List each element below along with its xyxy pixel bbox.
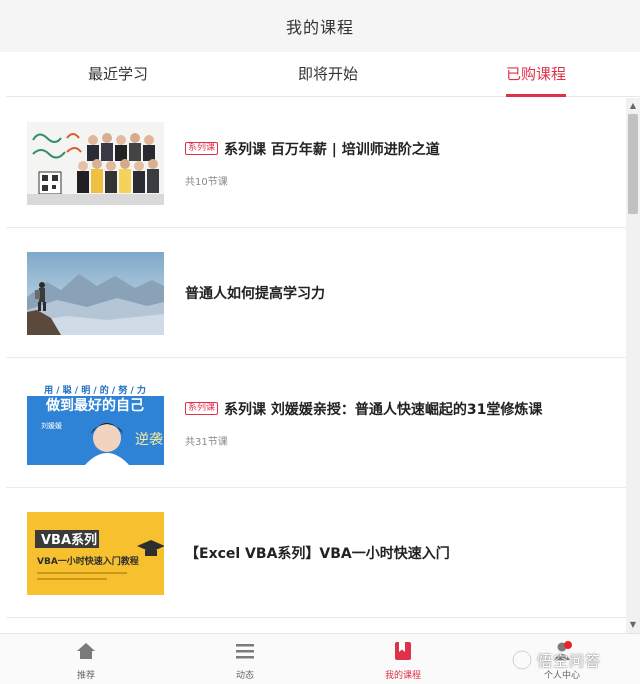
scrollbar-thumb[interactable] bbox=[628, 114, 638, 214]
tab-recent[interactable]: 最近学习 bbox=[68, 52, 168, 97]
nav-label: 动态 bbox=[235, 671, 254, 681]
course-title[interactable]: 系列课 刘媛媛亲授：普通人快速崛起的31堂修炼课 bbox=[224, 399, 542, 419]
course-tabs: 最近学习 即将开始 已购课程 bbox=[6, 52, 640, 97]
course-title[interactable]: 普通人如何提高学习力 bbox=[185, 283, 325, 303]
series-tag: 系列课 bbox=[185, 402, 219, 415]
scroll-down-arrow-icon[interactable]: ▼ bbox=[626, 618, 640, 632]
course-item[interactable]: 普通人如何提高学习力 bbox=[6, 228, 626, 358]
nav-label: 我的课程 bbox=[384, 671, 421, 681]
active-tab-indicator bbox=[506, 94, 566, 97]
nav-item-my-courses[interactable]: 我的课程 bbox=[363, 634, 443, 684]
course-item[interactable]: 系列课 系列课 百万年薪 | 培训师进阶之道 共10节课 bbox=[6, 98, 626, 228]
series-tag: 系列课 bbox=[185, 142, 219, 155]
page-header: 我的课程 bbox=[0, 0, 640, 52]
course-item[interactable]: VBA系列 VBA一小时快速入门教程 【Excel VBA系列】VBA一小时快速… bbox=[6, 488, 626, 618]
nav-item-recommend[interactable]: 推荐 bbox=[46, 634, 126, 684]
thumb-text: VBA一小时快速入门教程 bbox=[37, 555, 139, 567]
course-list: 系列课 系列课 百万年薪 | 培训师进阶之道 共10节课 普通人如何提高学习力 … bbox=[6, 98, 626, 633]
course-thumbnail-vba: VBA系列 VBA一小时快速入门教程 bbox=[27, 512, 164, 595]
course-item[interactable]: 用 / 聪 / 明 / 的 / 努 / 力 做到最好的自己 刘媛媛 逆袭 系列课… bbox=[6, 358, 626, 488]
watermark-text: 悟空问答 bbox=[537, 651, 602, 670]
lesson-count: 共31节课 bbox=[185, 436, 228, 448]
course-title[interactable]: 【Excel VBA系列】VBA一小时快速入门 bbox=[185, 543, 450, 563]
course-thumbnail-group-photo bbox=[27, 122, 164, 205]
course-info: 系列课 系列课 刘媛媛亲授：普通人快速崛起的31堂修炼课 共31节课 bbox=[185, 358, 615, 488]
thumb-main-text: 做到最好的自己 bbox=[45, 397, 144, 414]
page-title: 我的课程 bbox=[285, 18, 354, 37]
course-info: 普通人如何提高学习力 bbox=[185, 228, 615, 358]
tab-upcoming[interactable]: 即将开始 bbox=[278, 52, 378, 97]
course-thumbnail-mountain bbox=[27, 252, 164, 335]
wukong-logo-icon bbox=[512, 650, 532, 670]
nav-label: 推荐 bbox=[76, 671, 95, 681]
tab-purchased[interactable]: 已购课程 bbox=[486, 52, 586, 97]
thumb-badge: VBA系列 bbox=[41, 532, 97, 548]
vertical-scrollbar[interactable]: ▲ ▼ bbox=[626, 98, 640, 633]
course-info: 系列课 系列课 百万年薪 | 培训师进阶之道 共10节课 bbox=[185, 98, 615, 228]
list-icon bbox=[236, 644, 254, 659]
nav-item-activity[interactable]: 动态 bbox=[205, 634, 285, 684]
thumb-sub-text: 逆袭 bbox=[135, 432, 163, 448]
watermark: 悟空问答 bbox=[511, 648, 601, 672]
bookmark-book-icon bbox=[395, 642, 411, 660]
thumb-name: 刘媛媛 bbox=[41, 421, 62, 430]
course-info: 【Excel VBA系列】VBA一小时快速入门 bbox=[185, 488, 615, 618]
course-title[interactable]: 系列课 百万年薪 | 培训师进阶之道 bbox=[224, 139, 440, 159]
home-icon bbox=[77, 643, 95, 659]
scroll-up-arrow-icon[interactable]: ▲ bbox=[626, 99, 640, 113]
thumb-top-text: 用 / 聪 / 明 / 的 / 努 / 力 bbox=[43, 384, 146, 396]
lesson-count: 共10节课 bbox=[185, 176, 228, 188]
course-thumbnail-liu-yuanyuan: 用 / 聪 / 明 / 的 / 努 / 力 做到最好的自己 刘媛媛 逆袭 bbox=[27, 382, 164, 465]
